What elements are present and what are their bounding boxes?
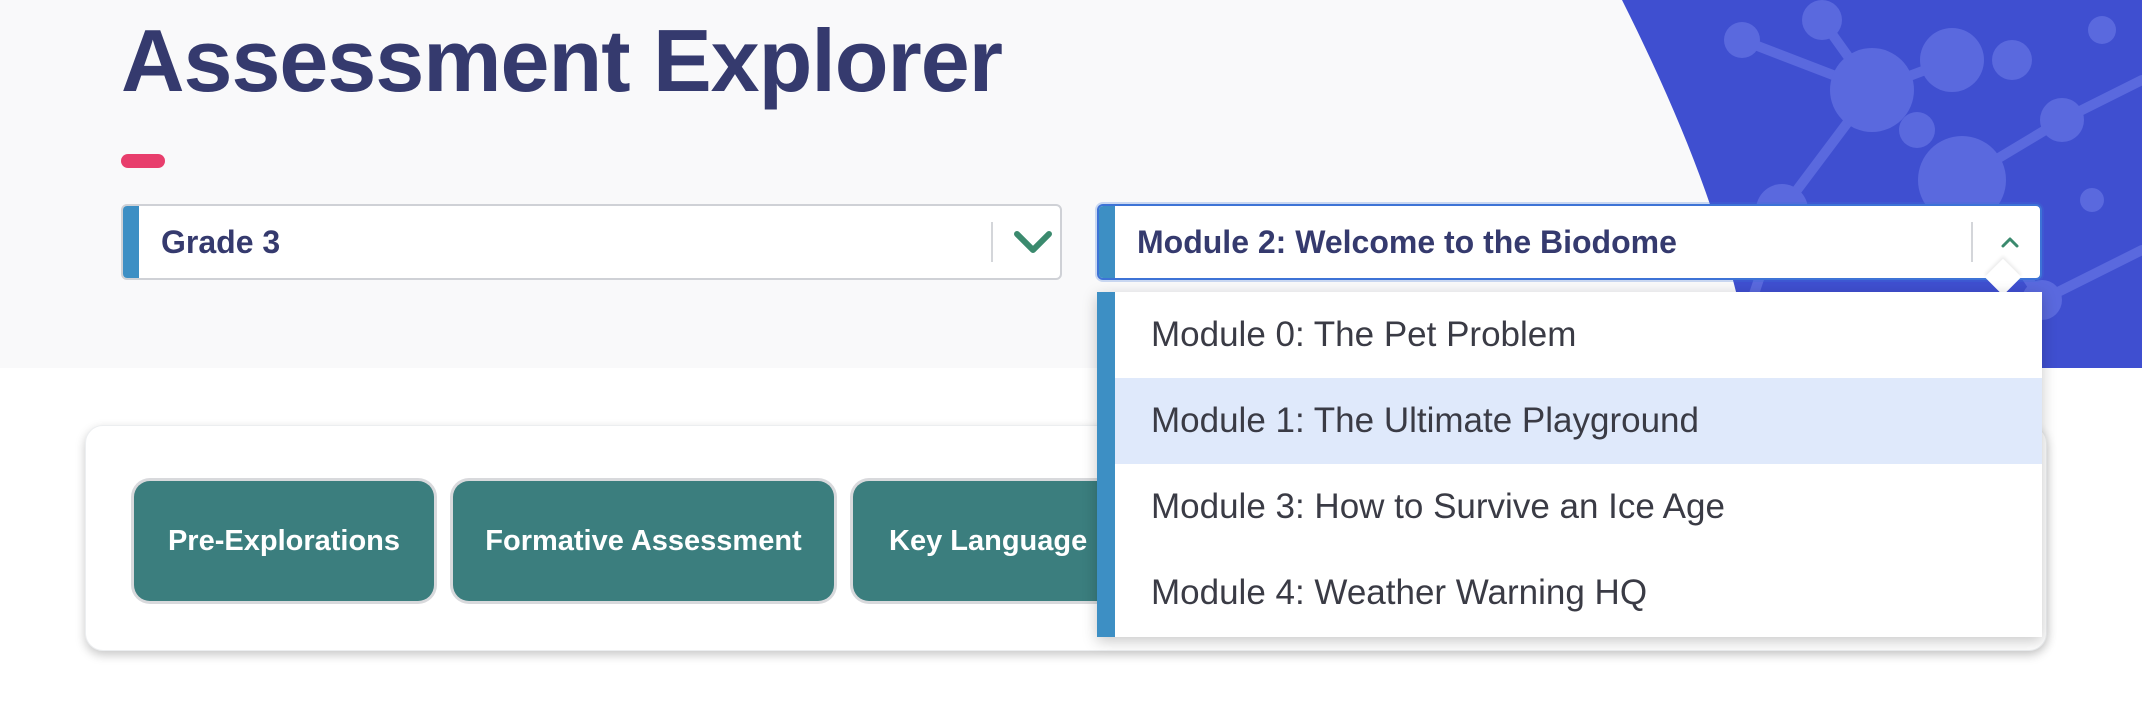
module-option-3[interactable]: Module 3: How to Survive an Ice Age [1115, 464, 2042, 550]
module-dropdown-menu: Module 0: The Pet Problem Module 1: The … [1097, 292, 2042, 637]
select-accent-bar [1099, 206, 1115, 278]
select-divider [1971, 222, 1973, 262]
chevron-down-icon[interactable] [1005, 206, 1060, 278]
title-underline [121, 154, 165, 168]
tab-pre-explorations[interactable]: Pre-Explorations [134, 481, 434, 601]
grade-select[interactable]: Grade 3 [121, 204, 1062, 280]
module-select[interactable]: Module 2: Welcome to the Biodome [1097, 204, 2042, 280]
tab-label: Formative Assessment [485, 524, 802, 557]
tab-label: Key Language Pr [889, 524, 1126, 557]
tab-label: Pre-Explorations [167, 524, 401, 557]
dropdown-accent-bar [1097, 292, 1115, 637]
module-option-1[interactable]: Module 1: The Ultimate Playground [1115, 378, 2042, 464]
module-select-value: Module 2: Welcome to the Biodome [1137, 224, 1677, 260]
page-title: Assessment Explorer [121, 11, 1003, 110]
grade-select-value: Grade 3 [161, 224, 281, 260]
select-divider [991, 222, 993, 262]
module-option-4[interactable]: Module 4: Weather Warning HQ [1115, 550, 2042, 636]
module-option-0[interactable]: Module 0: The Pet Problem [1115, 292, 2042, 378]
tab-formative-assessment[interactable]: Formative Assessment [453, 481, 834, 601]
select-accent-bar [123, 206, 139, 278]
